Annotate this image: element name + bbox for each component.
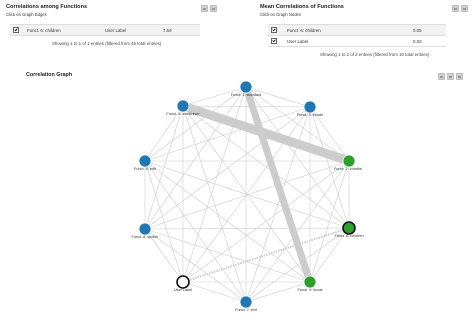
graph-edge-f5-f7[interactable] [144, 160, 247, 303]
graph-edge-f7-user[interactable] [182, 281, 247, 303]
graph-edge-f2-f7[interactable] [245, 160, 350, 303]
graph-node-label: Funct. 7: exit [235, 308, 258, 312]
graph-node-label: Funct. 5: edit [134, 167, 157, 171]
graph-node-label: Funct. 9: boost [297, 288, 323, 292]
graph-edge-f1-f3[interactable] [245, 86, 311, 108]
graph-node-f5[interactable] [138, 154, 152, 168]
graph-node-label: Funct. 1: standard [231, 93, 262, 97]
graph-edge-f7-f9[interactable] [245, 281, 311, 303]
graph-node-f3[interactable] [303, 100, 317, 114]
graph-edge-user-f6[interactable] [182, 227, 350, 283]
graph-node-f8[interactable] [138, 222, 152, 236]
graph-node-f4[interactable] [176, 99, 190, 113]
graph-node-label: Funct. 6: children [334, 234, 363, 238]
graph-node-label: Funct. 3: exude [297, 113, 323, 117]
graph-edge-f2-f9[interactable] [309, 160, 350, 283]
graph-node-label: User Label [174, 288, 193, 292]
correlation-graph[interactable]: Funct. 1: standard Funct. 2: zombie Funct.… [0, 0, 474, 320]
graph-node-label: Funct. 8: spoiler [131, 235, 159, 239]
graph-node-f2[interactable] [342, 154, 356, 168]
graph-node-f1[interactable] [239, 80, 253, 94]
graph-edge-f3-f4[interactable] [182, 105, 311, 108]
graph-node-f7[interactable] [239, 295, 253, 309]
graph-edge-f2-user[interactable] [182, 160, 350, 283]
graph-node-user[interactable] [176, 275, 190, 289]
graph-node-f6[interactable] [342, 221, 356, 235]
graph-node-f9[interactable] [303, 275, 317, 289]
graph-node-label: Funct. 4: scrutiniser [166, 112, 200, 116]
graph-node-label: Funct. 2: zombie [334, 167, 362, 171]
graph-edge-f8-f6[interactable] [144, 227, 350, 230]
graph-edge-f4-f6[interactable] [182, 105, 350, 229]
